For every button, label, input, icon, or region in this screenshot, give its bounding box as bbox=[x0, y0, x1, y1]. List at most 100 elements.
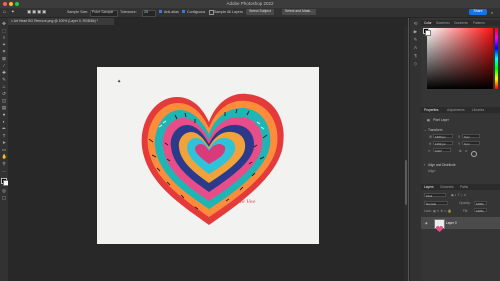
lock-label: Lock: bbox=[424, 209, 432, 213]
select-and-mask-button[interactable]: Select and Mask... bbox=[282, 9, 316, 15]
tab-channels[interactable]: Channels bbox=[440, 185, 453, 189]
contiguous-label: Contiguous bbox=[187, 10, 206, 14]
pixel-layer-icon: ▦ bbox=[427, 118, 431, 122]
dodge-tool-icon[interactable]: ◐ bbox=[2, 119, 7, 124]
glyphs-panel-icon[interactable]: ◇ bbox=[412, 61, 419, 67]
brush-settings-icon[interactable]: ✎ bbox=[412, 37, 419, 43]
type-tool-icon[interactable]: T bbox=[2, 133, 7, 138]
fill-field[interactable]: 100% bbox=[474, 208, 487, 213]
anti-alias-checkbox[interactable] bbox=[159, 10, 162, 13]
character-panel-icon[interactable]: A bbox=[412, 45, 419, 51]
paragraph-panel-icon[interactable]: ¶ bbox=[412, 53, 419, 59]
chevron-right-icon[interactable]: › bbox=[424, 163, 425, 167]
tab-patterns[interactable]: Patterns bbox=[473, 21, 485, 25]
width-field[interactable]: 1460 px bbox=[433, 134, 453, 139]
properties-panel-tabs: Properties Adjustments Libraries bbox=[421, 107, 500, 113]
layer-row[interactable]: ◉ Layer 0 bbox=[421, 217, 500, 229]
screen-mode-icon[interactable]: ▢ bbox=[2, 195, 7, 200]
panel-background-swatch[interactable] bbox=[425, 30, 431, 36]
share-button[interactable]: Share bbox=[469, 9, 487, 15]
document-tab[interactable]: × Art Heart BG Remove.png @ 100% (Layer … bbox=[8, 18, 114, 25]
select-subject-button[interactable]: Select Subject bbox=[246, 9, 274, 15]
tab-libraries[interactable]: Libraries bbox=[472, 108, 484, 112]
width-label: W bbox=[429, 135, 433, 139]
align-distribute-title: Align and Distribute bbox=[428, 163, 456, 167]
layers-panel-tabs: Layers Channels Paths bbox=[421, 184, 500, 190]
move-tool-icon[interactable]: ✥ bbox=[2, 21, 7, 26]
blend-mode-select[interactable]: Normal bbox=[424, 201, 448, 206]
eyedropper-tool-icon[interactable]: ⁄ bbox=[2, 63, 7, 68]
align-label: Align: bbox=[428, 169, 436, 173]
layer-filter-kind[interactable]: Kind bbox=[424, 193, 446, 198]
rectangle-tool-icon[interactable]: ▭ bbox=[2, 147, 7, 152]
marquee-tool-icon[interactable]: ⬚ bbox=[2, 28, 7, 33]
tab-paths[interactable]: Paths bbox=[460, 185, 468, 189]
flip-horizontal-icon[interactable]: ⇋ bbox=[459, 149, 462, 153]
blur-tool-icon[interactable]: ● bbox=[2, 112, 7, 117]
magic-wand-cursor-icon: ✦ bbox=[117, 79, 122, 85]
document-canvas[interactable]: Elle Vee ✦ bbox=[97, 67, 319, 244]
angle-field[interactable]: 0.00° bbox=[433, 148, 451, 153]
tab-color[interactable]: Color bbox=[424, 21, 432, 25]
layer-filter-icons[interactable]: ▣ ◐ T ◇ ⊡ bbox=[451, 193, 466, 197]
intersect-selection-icon[interactable]: ▣ bbox=[42, 9, 46, 15]
color-panel-tabs: Color Swatches Gradients Patterns bbox=[421, 20, 500, 26]
scrollbar-thumb[interactable] bbox=[405, 160, 407, 205]
canvas-vertical-scrollbar[interactable] bbox=[404, 25, 408, 281]
tolerance-value: 25 bbox=[144, 10, 148, 14]
tab-gradients[interactable]: Gradients bbox=[454, 21, 468, 25]
actions-panel-icon[interactable]: ▶ bbox=[412, 29, 419, 35]
tab-properties[interactable]: Properties bbox=[424, 108, 439, 112]
quick-mask-icon[interactable]: ◎ bbox=[2, 188, 7, 193]
tolerance-label: Tolerance: bbox=[120, 10, 137, 14]
tab-swatches[interactable]: Swatches bbox=[436, 21, 450, 25]
layer-thumbnail bbox=[434, 219, 445, 232]
options-bar: ⌂ ✦ ▣ ▣ ▣ ▣ Sample Size: Point Sample To… bbox=[0, 8, 500, 18]
app-title: Adobe Photoshop 2022 bbox=[226, 1, 274, 6]
clone-stamp-icon[interactable]: ⊥ bbox=[2, 84, 7, 89]
flip-vertical-icon[interactable]: ⇵ bbox=[465, 149, 468, 153]
search-icon[interactable]: ⌕ bbox=[491, 10, 493, 15]
home-icon[interactable]: ⌂ bbox=[3, 9, 6, 15]
pixel-layer-label: Pixel Layer bbox=[433, 118, 449, 122]
x-field[interactable]: 0 px bbox=[462, 134, 480, 139]
contiguous-checkbox[interactable] bbox=[182, 10, 185, 13]
pen-tool-icon[interactable]: ✒ bbox=[2, 126, 7, 131]
color-picker-field[interactable] bbox=[427, 28, 493, 89]
y-label: Y bbox=[458, 142, 461, 146]
tab-layers[interactable]: Layers bbox=[424, 185, 434, 189]
eraser-tool-icon[interactable]: ◫ bbox=[2, 98, 7, 103]
tab-adjustments[interactable]: Adjustments bbox=[447, 108, 465, 112]
new-selection-icon[interactable]: ▣ bbox=[27, 9, 31, 15]
rotation-dial[interactable] bbox=[471, 151, 477, 157]
height-label: H bbox=[429, 142, 432, 146]
fill-label: Fill: bbox=[463, 209, 468, 213]
height-field[interactable]: 1162 px bbox=[433, 141, 453, 146]
subtract-selection-icon[interactable]: ▣ bbox=[37, 9, 41, 15]
chevron-down-icon[interactable]: ⌄ bbox=[424, 128, 427, 132]
heart-artwork bbox=[141, 93, 284, 225]
transform-title: Transform bbox=[428, 128, 443, 132]
lasso-tool-icon[interactable]: ℓ bbox=[2, 35, 7, 40]
more-tools-icon[interactable]: … bbox=[2, 168, 7, 173]
history-brush-icon[interactable]: ↺ bbox=[2, 91, 7, 96]
magic-wand-tool-icon[interactable]: ✦ bbox=[2, 42, 7, 47]
sample-size-value: Point Sample bbox=[92, 10, 114, 14]
lock-icons[interactable]: ▦ ✎ ✥ ⊡ 🔒 bbox=[433, 209, 452, 213]
gradient-tool-icon[interactable]: ▤ bbox=[2, 105, 7, 110]
y-field[interactable]: 0 px bbox=[462, 141, 480, 146]
frame-tool-icon[interactable]: ⊠ bbox=[2, 56, 7, 61]
history-panel-icon[interactable]: ⟲ bbox=[412, 21, 419, 27]
healing-brush-icon[interactable]: ✚ bbox=[2, 70, 7, 75]
zoom-tool-icon[interactable]: ⚲ bbox=[2, 161, 7, 166]
path-selection-icon[interactable]: ➤ bbox=[2, 140, 7, 145]
magic-wand-tool-icon[interactable]: ✦ bbox=[11, 9, 15, 15]
crop-tool-icon[interactable]: ⌗ bbox=[2, 49, 7, 54]
hue-slider[interactable] bbox=[495, 28, 498, 89]
hand-tool-icon[interactable]: ✋ bbox=[2, 154, 8, 159]
layer-name[interactable]: Layer 0 bbox=[446, 221, 457, 225]
opacity-field[interactable]: 100% bbox=[474, 201, 487, 206]
brush-tool-icon[interactable]: ✎ bbox=[2, 77, 7, 82]
add-selection-icon[interactable]: ▣ bbox=[32, 9, 36, 15]
eye-icon[interactable]: ◉ bbox=[425, 221, 428, 225]
